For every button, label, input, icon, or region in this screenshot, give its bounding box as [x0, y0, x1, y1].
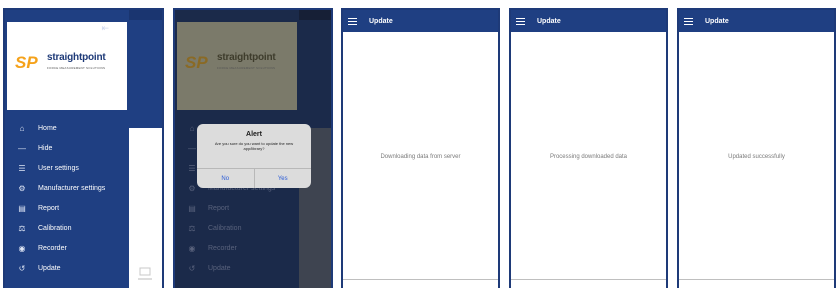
bottom-divider — [343, 279, 498, 280]
alert-yes-button[interactable]: Yes — [253, 169, 312, 188]
hamburger-menu-icon[interactable] — [516, 17, 525, 25]
menu-item-label: Hide — [38, 144, 53, 152]
menu-item-label: Manufacturer settings — [38, 184, 106, 192]
logo-wordmark: straightpoint — [217, 52, 276, 63]
phone-update-success: Update Updated successfully — [677, 8, 836, 288]
page-title: Update — [369, 17, 393, 25]
menu-item-label: Report — [38, 204, 60, 212]
alert-button-row: No Yes — [197, 168, 311, 188]
phone-update-processing: Update Processing downloaded data — [509, 8, 668, 288]
app-bar: Update — [343, 10, 498, 32]
status-message: Updated successfully — [728, 154, 785, 160]
menu-item-update[interactable]: ↺ Update — [5, 258, 129, 278]
recorder-icon: ◉ — [188, 243, 196, 253]
menu-item-recorder: ◉ Recorder — [175, 238, 299, 258]
alert-title: Alert — [246, 131, 262, 138]
tab-icon — [138, 267, 152, 280]
calibration-icon: ⚖ — [188, 223, 196, 233]
page-title: Update — [705, 17, 729, 25]
bottom-divider — [679, 279, 834, 280]
logo-mark-text: SP — [15, 53, 38, 72]
logo-tagline: FORCE MEASUREMENT SOLUTIONS — [217, 66, 276, 70]
update-icon: ↺ — [18, 263, 26, 273]
report-icon: ▤ — [18, 203, 26, 213]
gear-icon: ⚙ — [18, 183, 26, 193]
recorder-icon: ◉ — [18, 243, 26, 253]
status-message: Processing downloaded data — [549, 154, 628, 160]
report-icon: ▤ — [188, 203, 196, 213]
app-bar: Update — [511, 10, 666, 32]
user-icon: ☰ — [188, 163, 196, 173]
straightpoint-logo-mark: SP — [15, 53, 38, 72]
page-title: Update — [537, 17, 561, 25]
menu-item-report[interactable]: ▤ Report — [5, 198, 129, 218]
calibration-icon: ⚖ — [18, 223, 26, 233]
alert-dialog: Alert Are you sure do you want to update… — [197, 124, 311, 188]
update-icon: ↺ — [188, 263, 196, 273]
logo-panel: SP straightpoint FORCE MEASUREMENT SOLUT… — [177, 22, 297, 110]
bottom-divider — [511, 279, 666, 280]
menu-item-label: Home — [38, 124, 57, 132]
straightpoint-logo-mark: SP — [185, 53, 208, 72]
hamburger-menu-icon[interactable] — [684, 17, 693, 25]
menu-item-label: Calibration — [208, 224, 242, 232]
home-icon: ⌂ — [189, 123, 195, 133]
menu-item-label: User settings — [38, 164, 79, 172]
menu-item-manufacturer-settings[interactable]: ⚙ Manufacturer settings — [5, 178, 129, 198]
content-behind-drawer — [129, 128, 162, 288]
menu-item-label: Report — [208, 204, 230, 212]
menu-item-report: ▤ Report — [175, 198, 299, 218]
drawer-close-arrow-icon[interactable]: ⇤ — [101, 24, 109, 33]
logo-panel: SP straightpoint FORCE MEASUREMENT SOLUT… — [7, 22, 127, 110]
menu-item-recorder[interactable]: ◉ Recorder — [5, 238, 129, 258]
menu-item-label: Recorder — [38, 244, 67, 252]
menu-item-calibration[interactable]: ⚖ Calibration — [5, 218, 129, 238]
drawer-menu: ⌂ Home — Hide ☰ User settings ⚙ Manufacturer… — [5, 118, 129, 278]
menu-item-label: Calibration — [38, 224, 72, 232]
minus-icon: — — [18, 143, 26, 153]
alert-message: Are you sure do you want to update the n… — [214, 141, 294, 151]
alert-no-button[interactable]: No — [197, 169, 254, 188]
logo-mark-text: SP — [185, 53, 208, 72]
logo-tagline: FORCE MEASUREMENT SOLUTIONS — [47, 66, 106, 70]
gear-icon: ⚙ — [188, 183, 196, 193]
status-message: Downloading data from server — [380, 154, 461, 160]
home-icon: ⌂ — [19, 123, 25, 133]
navigation-drawer: SP straightpoint FORCE MEASUREMENT SOLUT… — [5, 10, 129, 288]
phone-alert-screen: SP straightpoint FORCE MEASUREMENT SOLUT… — [173, 8, 333, 288]
logo-wordmark: straightpoint — [47, 52, 106, 63]
menu-item-calibration: ⚖ Calibration — [175, 218, 299, 238]
menu-item-label: Update — [208, 264, 231, 272]
menu-item-hide[interactable]: — Hide — [5, 138, 129, 158]
menu-item-home[interactable]: ⌂ Home — [5, 118, 129, 138]
app-bar: Update — [679, 10, 834, 32]
phone-update-downloading: Update Downloading data from server — [341, 8, 500, 288]
menu-item-label: Update — [38, 264, 61, 272]
minus-icon: — — [188, 143, 196, 153]
user-icon: ☰ — [18, 163, 26, 173]
hamburger-menu-icon[interactable] — [348, 17, 357, 25]
menu-item-user-settings[interactable]: ☰ User settings — [5, 158, 129, 178]
menu-item-label: Recorder — [208, 244, 237, 252]
menu-item-update: ↺ Update — [175, 258, 299, 278]
phone-drawer-screen: SP straightpoint FORCE MEASUREMENT SOLUT… — [3, 8, 164, 288]
